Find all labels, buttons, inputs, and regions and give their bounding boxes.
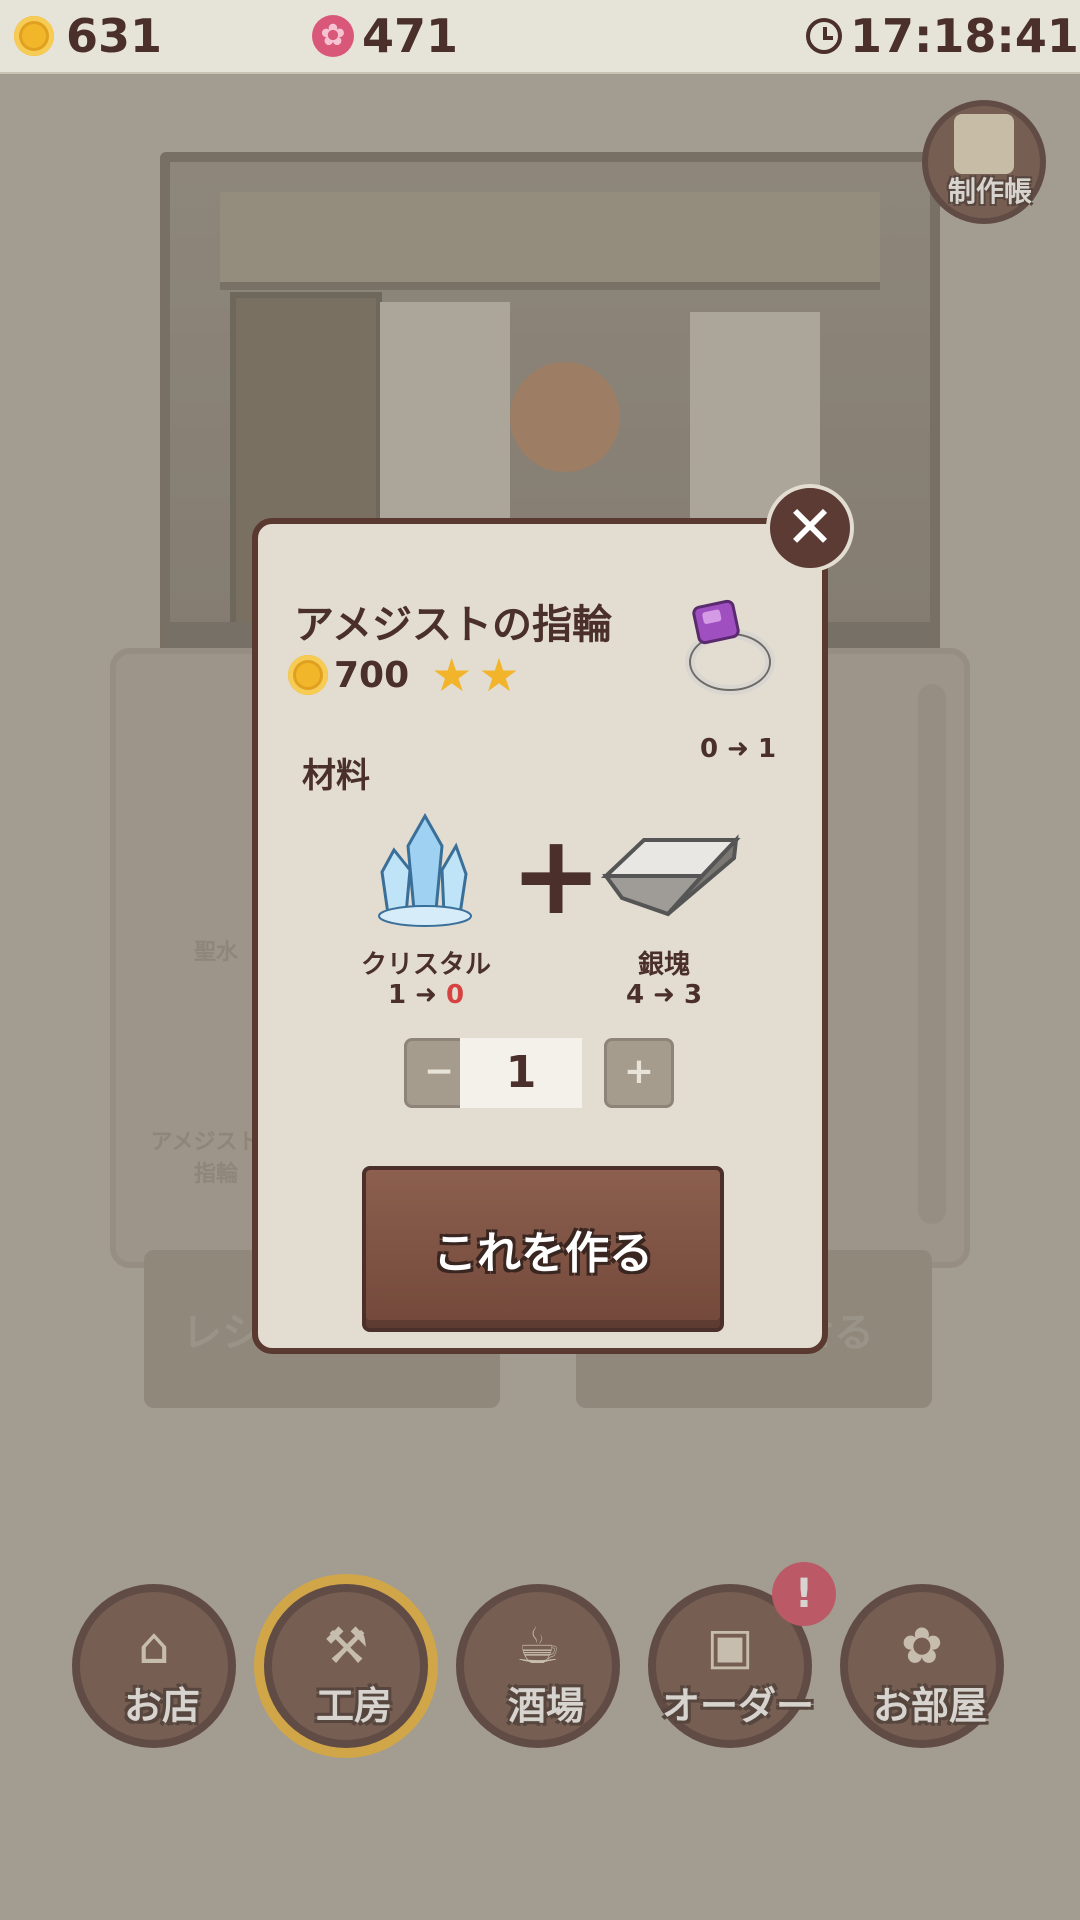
silver-ingot-icon xyxy=(600,834,741,917)
clock-time: 17:18:41 xyxy=(850,9,1079,63)
material-name: 銀塊 xyxy=(637,950,690,980)
clock-icon xyxy=(806,18,842,54)
close-dialog-button[interactable]: ✕ xyxy=(766,484,854,572)
item-price: 700 xyxy=(334,654,410,696)
material-count: 4 ➜ 3 xyxy=(625,980,703,1010)
star-icon: ★ xyxy=(478,648,520,702)
quantity-value: 1 xyxy=(460,1038,582,1108)
gem-icon xyxy=(312,15,354,57)
coin-icon xyxy=(14,16,54,56)
materials-label: 材料 xyxy=(302,756,370,796)
coin-amount: 631 xyxy=(66,9,163,63)
make-this-button[interactable]: これを作る xyxy=(362,1166,724,1332)
amethyst-ring-icon xyxy=(685,599,775,695)
owned-count: 0 ➜ 1 xyxy=(699,734,777,764)
craft-dialog: アメジストの指輪 700 ★ ★ 0 ➜ 1 材料 + クリスタル 1 ➜ 0 … xyxy=(252,518,828,1354)
quantity-increment-button[interactable]: + xyxy=(604,1038,674,1108)
gem-counter: 471 xyxy=(312,6,458,66)
gem-amount: 471 xyxy=(362,9,459,63)
plus-icon: + xyxy=(510,811,603,939)
item-name: アメジストの指輪 xyxy=(294,602,612,648)
coin-icon xyxy=(288,655,328,695)
close-icon: ✕ xyxy=(785,493,835,561)
star-icon: ★ xyxy=(431,648,473,702)
price-row: 700 ★ ★ xyxy=(288,652,520,698)
material-count: 1 ➜ 0 xyxy=(387,980,465,1010)
coin-counter: 631 xyxy=(14,6,162,66)
status-bar: 631 471 17:18:41 xyxy=(0,0,1080,74)
crystal-icon xyxy=(378,812,472,927)
clock: 17:18:41 xyxy=(806,6,1079,66)
material-name: クリスタル xyxy=(360,950,491,980)
